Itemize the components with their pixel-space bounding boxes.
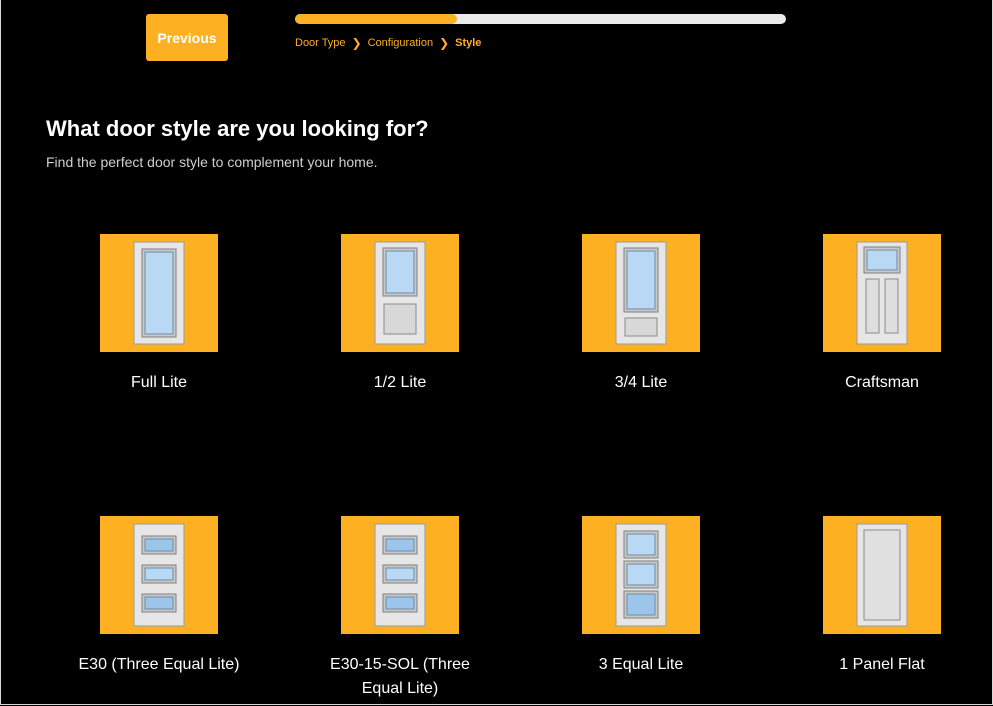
style-option-e30-three-equal-lite[interactable]: E30 (Three Equal Lite) (69, 516, 249, 677)
style-option-one-panel-flat[interactable]: 1 Panel Flat (792, 516, 972, 677)
style-label: 1 Panel Flat (839, 656, 925, 673)
half-lite-door-icon (341, 234, 459, 352)
style-label: E30-15-SOL (Three Equal Lite) (330, 656, 470, 697)
page-subtitle: Find the perfect door style to complemen… (46, 154, 378, 170)
style-option-e30-15-sol[interactable]: E30-15-SOL (Three Equal Lite) (310, 516, 490, 701)
style-option-full-lite[interactable]: Full Lite (69, 234, 249, 395)
style-label: Craftsman (845, 374, 919, 391)
breadcrumb-door-type[interactable]: Door Type (295, 37, 346, 49)
three-quarter-lite-door-icon (582, 234, 700, 352)
style-option-three-equal-lite[interactable]: 3 Equal Lite (551, 516, 731, 677)
style-label: 1/2 Lite (373, 374, 427, 391)
style-label: E30 (Three Equal Lite) (78, 656, 240, 673)
e30-three-equal-lite-door-icon (100, 516, 218, 634)
style-label: 3 Equal Lite (598, 656, 684, 673)
style-label: Full Lite (130, 374, 188, 391)
breadcrumb-style: Style (455, 37, 482, 49)
style-option-craftsman[interactable]: Craftsman (792, 234, 972, 395)
craftsman-door-icon (823, 234, 941, 352)
page-title: What door style are you looking for? (46, 116, 429, 141)
style-option-half-lite[interactable]: 1/2 Lite (310, 234, 490, 395)
one-panel-flat-door-icon (823, 516, 941, 634)
progress-bar-fill (295, 14, 458, 24)
chevron-right-icon: ❯ (439, 36, 450, 50)
e30-15-sol-door-icon (341, 516, 459, 634)
progress-bar (295, 14, 786, 24)
breadcrumb: Door Type ❯ Configuration ❯ Style (295, 36, 481, 50)
breadcrumb-configuration[interactable]: Configuration (368, 37, 433, 49)
style-label: 3/4 Lite (614, 374, 668, 391)
style-option-three-quarter-lite[interactable]: 3/4 Lite (551, 234, 731, 395)
previous-button[interactable]: Previous (146, 14, 228, 61)
chevron-right-icon: ❯ (351, 36, 362, 50)
full-lite-door-icon (100, 234, 218, 352)
three-equal-lite-door-icon (582, 516, 700, 634)
